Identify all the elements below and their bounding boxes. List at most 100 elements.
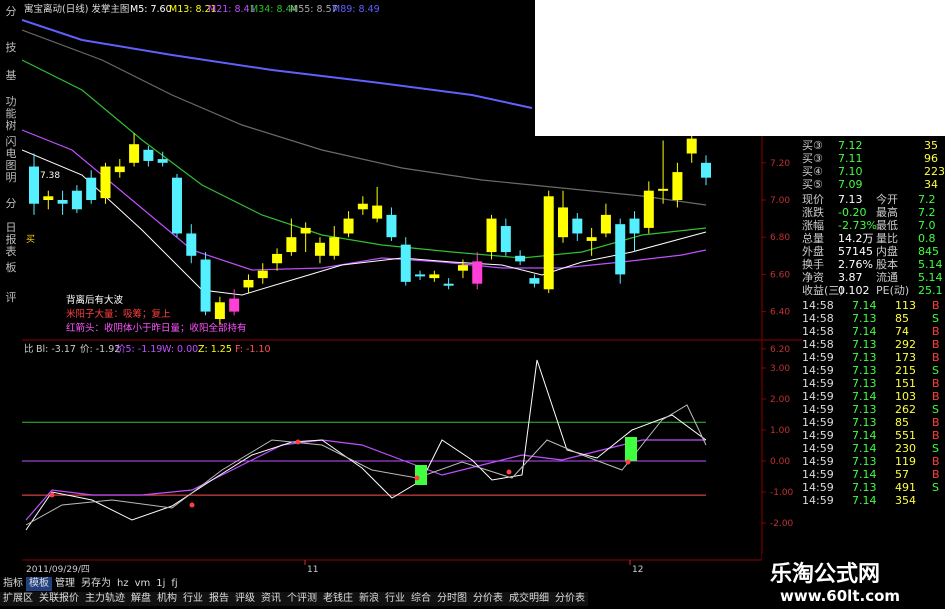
left-tab[interactable]: 板 bbox=[2, 262, 20, 274]
bottom-tab[interactable]: 关联报价 bbox=[36, 592, 82, 606]
indicator-tab-row: 指标 模板 管理 另存为 hz vm 1j fj bbox=[0, 577, 181, 591]
quote-cell: 7.14 bbox=[852, 390, 877, 403]
quote-cell: 14:59 bbox=[802, 494, 834, 507]
strategy-note: 背离后有大波 bbox=[66, 294, 124, 306]
bottom-tab[interactable]: 机构 bbox=[154, 592, 180, 606]
candle-body bbox=[29, 166, 39, 204]
left-tab[interactable]: 闪电图 bbox=[2, 136, 20, 172]
tick-row[interactable]: 14:59 7.13 173 B bbox=[800, 351, 945, 364]
bid-row[interactable]: 买③ 7.11 96 bbox=[800, 152, 945, 165]
bottom-tab[interactable]: 成交明细 bbox=[506, 592, 552, 606]
tick-row[interactable]: 14:59 7.14 57 B bbox=[800, 468, 945, 481]
bottom-tab[interactable]: 解盘 bbox=[128, 592, 154, 606]
bottom-tab[interactable]: 另存为 bbox=[78, 577, 114, 591]
quote-cell: B bbox=[932, 338, 940, 351]
stat-row[interactable]: 净资 3.87 流通 5.14 bbox=[800, 271, 945, 284]
stat-row[interactable]: 外盘 57145 内盘 845 bbox=[800, 245, 945, 258]
tick-row[interactable]: 14:59 7.13 262 S bbox=[800, 403, 945, 416]
bottom-tab[interactable]: 资讯 bbox=[258, 592, 284, 606]
bottom-tab[interactable]: 模板 bbox=[26, 577, 52, 591]
left-tab[interactable]: 分 bbox=[2, 198, 20, 210]
candle-body bbox=[686, 138, 697, 154]
tick-row[interactable]: 14:59 7.13 215 S bbox=[800, 364, 945, 377]
bid-row[interactable]: 买③ 7.12 35 bbox=[800, 139, 945, 152]
time-tick-label: 12 bbox=[632, 565, 643, 575]
bottom-tab[interactable]: 指标 bbox=[0, 577, 26, 591]
left-tab[interactable]: 分 bbox=[2, 6, 20, 18]
ma21-line bbox=[22, 129, 707, 271]
candle-body bbox=[171, 177, 182, 234]
bottom-tab[interactable]: 老钱庄 bbox=[320, 592, 356, 606]
tick-row[interactable]: 14:58 7.13 85 S bbox=[800, 312, 945, 325]
candle-body bbox=[543, 196, 554, 290]
bottom-tab[interactable]: 评级 bbox=[232, 592, 258, 606]
bid-row[interactable]: 买⑤ 7.09 34 bbox=[800, 178, 945, 191]
tick-row[interactable]: 14:59 7.14 551 B bbox=[800, 429, 945, 442]
candle-body bbox=[357, 203, 368, 210]
tick-row[interactable]: 14:59 7.13 491 S bbox=[800, 481, 945, 494]
bottom-tab[interactable]: 行业 bbox=[382, 592, 408, 606]
stat-row[interactable]: 总量 14.2万 量比 0.8 bbox=[800, 232, 945, 245]
left-tab[interactable]: 日报表 bbox=[2, 222, 20, 258]
bottom-tab[interactable]: 管理 bbox=[52, 577, 78, 591]
bottom-tab[interactable]: fj bbox=[168, 577, 180, 591]
bottom-tab[interactable]: 综合 bbox=[408, 592, 434, 606]
stat-row[interactable]: 涨跌 -0.20 最高 7.2 bbox=[800, 206, 945, 219]
bottom-tab[interactable]: 行业 bbox=[180, 592, 206, 606]
tick-row[interactable]: 14:58 7.14 113 B bbox=[800, 299, 945, 312]
tick-row[interactable]: 14:58 7.14 74 B bbox=[800, 325, 945, 338]
left-tab[interactable]: 评 bbox=[2, 292, 20, 304]
tick-row[interactable]: 14:59 7.14 230 S bbox=[800, 442, 945, 455]
left-tab[interactable]: 基 bbox=[2, 70, 20, 82]
candle-body bbox=[586, 237, 597, 241]
quote-cell: 7.2 bbox=[918, 193, 936, 206]
price-tick-label: 6.20 bbox=[770, 345, 790, 355]
quote-cell: 85 bbox=[895, 416, 909, 429]
price-tick-label: 7.00 bbox=[770, 196, 790, 206]
quote-cell: 14:58 bbox=[802, 325, 834, 338]
quote-cell: 262 bbox=[895, 403, 916, 416]
candle-body bbox=[701, 162, 711, 178]
quote-cell: 14:59 bbox=[802, 455, 834, 468]
candle-body bbox=[558, 207, 569, 238]
tick-row[interactable]: 14:59 7.13 151 B bbox=[800, 377, 945, 390]
quote-cell: 14:59 bbox=[802, 468, 834, 481]
bottom-tab[interactable]: 分价表 bbox=[470, 592, 506, 606]
quote-cell: S bbox=[932, 403, 939, 416]
bid-row[interactable]: 买④ 7.10 223 bbox=[800, 165, 945, 178]
tick-row[interactable]: 14:59 7.14 103 B bbox=[800, 390, 945, 403]
tick-row[interactable]: 14:59 7.13 85 B bbox=[800, 416, 945, 429]
bottom-tab[interactable]: 新浪 bbox=[356, 592, 382, 606]
bottom-tab[interactable]: hz bbox=[114, 577, 132, 591]
tick-row[interactable]: 14:58 7.13 292 B bbox=[800, 338, 945, 351]
bottom-tab[interactable]: 1j bbox=[153, 577, 168, 591]
stat-row[interactable]: 涨幅 -2.73% 最低 7.0 bbox=[800, 219, 945, 232]
quote-cell: 总量 bbox=[802, 232, 824, 245]
candle-body bbox=[486, 218, 497, 253]
quote-cell: 7.13 bbox=[852, 403, 877, 416]
left-tab[interactable]: 技 bbox=[2, 42, 20, 54]
bottom-tab[interactable]: 分时图 bbox=[434, 592, 470, 606]
quote-cell: 119 bbox=[895, 455, 916, 468]
left-tab[interactable]: 功能树 bbox=[2, 96, 20, 132]
signal-dot bbox=[49, 492, 55, 498]
quote-cell: 7.11 bbox=[838, 152, 863, 165]
tick-row[interactable]: 14:59 7.14 354 bbox=[800, 494, 945, 507]
stat-row[interactable]: 收益(三) 0.102 PE(动) 25.1 bbox=[800, 284, 945, 297]
quote-cell: S bbox=[932, 481, 939, 494]
candle-body bbox=[443, 283, 454, 286]
candle-body bbox=[400, 244, 411, 282]
stat-row[interactable]: 换手 2.76% 股本 5.14 bbox=[800, 258, 945, 271]
bottom-tab[interactable]: 主力轨迹 bbox=[82, 592, 128, 606]
tick-row[interactable]: 14:59 7.13 119 B bbox=[800, 455, 945, 468]
signal-dot bbox=[625, 459, 631, 465]
bottom-tab[interactable]: vm bbox=[132, 577, 154, 591]
bottom-tab[interactable]: 个评测 bbox=[284, 592, 320, 606]
quote-cell: 7.13 bbox=[838, 193, 863, 206]
bottom-tab[interactable]: 扩展区 bbox=[0, 592, 36, 606]
stat-row[interactable]: 现价 7.13 今开 7.2 bbox=[800, 193, 945, 206]
quote-cell: B bbox=[932, 455, 940, 468]
bottom-tab[interactable]: 分价表 bbox=[552, 592, 588, 606]
left-tab[interactable]: 明 bbox=[2, 172, 20, 184]
bottom-tab[interactable]: 报告 bbox=[206, 592, 232, 606]
